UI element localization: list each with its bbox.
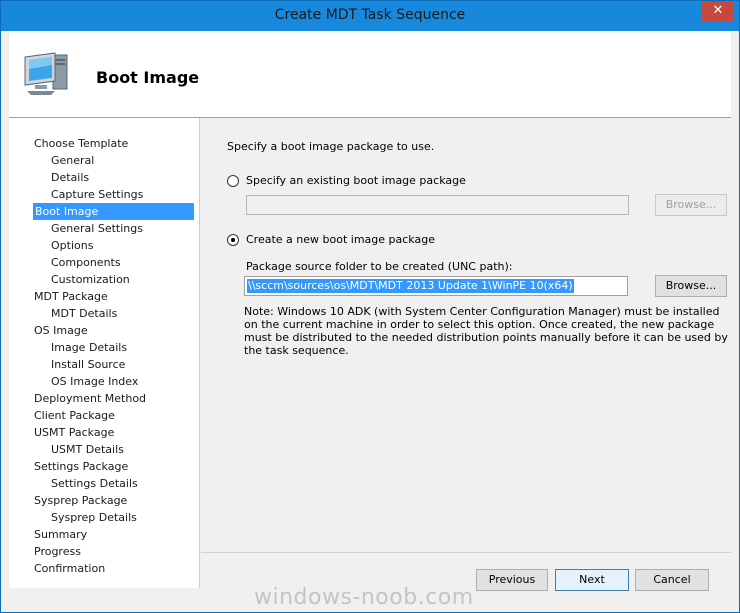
previous-button[interactable]: Previous (476, 569, 548, 591)
existing-package-label[interactable]: Specify an existing boot image package (246, 174, 466, 187)
new-package-label[interactable]: Create a new boot image package (246, 233, 435, 246)
boot-image-panel: Specify a boot image package to use. Spe… (201, 118, 731, 553)
window-title: Create MDT Task Sequence (274, 7, 466, 23)
existing-package-radio[interactable] (227, 175, 239, 187)
nav-item[interactable]: Options (51, 237, 93, 254)
new-package-radio[interactable] (227, 234, 239, 246)
nav-item[interactable]: Boot Image (33, 203, 194, 220)
watermark: windows-noob.com (254, 585, 474, 610)
browse-existing-button: Browse... (655, 194, 727, 216)
wizard-window: Create MDT Task Sequence ✕ Boot Image Ch… (0, 0, 740, 613)
adk-note: Note: Windows 10 ADK (with System Center… (244, 305, 728, 357)
nav-item[interactable]: Settings Details (51, 475, 138, 492)
title-bar[interactable]: Create MDT Task Sequence ✕ (1, 1, 739, 31)
nav-item[interactable]: MDT Details (51, 305, 117, 322)
nav-item[interactable]: Settings Package (34, 458, 128, 475)
nav-item[interactable]: USMT Details (51, 441, 124, 458)
browse-new-button[interactable]: Browse... (655, 275, 727, 297)
nav-item[interactable]: Install Source (51, 356, 125, 373)
nav-item[interactable]: Image Details (51, 339, 127, 356)
source-folder-label: Package source folder to be created (UNC… (246, 260, 513, 273)
nav-item[interactable]: Client Package (34, 407, 115, 424)
nav-item[interactable]: OS Image (34, 322, 88, 339)
nav-item[interactable]: Components (51, 254, 121, 271)
nav-item[interactable]: Progress (34, 543, 81, 560)
wizard-navigation: Choose Template General Details Capture Set… (9, 118, 200, 588)
nav-item[interactable]: Deployment Method (34, 390, 146, 407)
wizard-header: Boot Image (9, 31, 731, 118)
nav-item[interactable]: Confirmation (34, 560, 105, 577)
cancel-button[interactable]: Cancel (635, 569, 709, 591)
nav-item[interactable]: MDT Package (34, 288, 108, 305)
nav-item[interactable]: Customization (51, 271, 130, 288)
source-folder-input[interactable]: \\sccm\sources\os\MDT\MDT 2013 Update 1\… (244, 276, 628, 296)
page-title: Boot Image (96, 68, 200, 87)
instruction-text: Specify a boot image package to use. (227, 140, 435, 153)
existing-package-field (246, 195, 629, 215)
close-icon: ✕ (712, 3, 724, 18)
computer-icon (24, 52, 68, 95)
nav-item[interactable]: General Settings (51, 220, 143, 237)
close-button[interactable]: ✕ (702, 1, 734, 22)
nav-item[interactable]: Capture Settings (51, 186, 143, 203)
nav-item[interactable]: Details (51, 169, 89, 186)
source-folder-value: \\sccm\sources\os\MDT\MDT 2013 Update 1\… (247, 279, 574, 293)
nav-item[interactable]: Sysprep Details (51, 509, 137, 526)
nav-item[interactable]: OS Image Index (51, 373, 138, 390)
nav-item[interactable]: General (51, 152, 94, 169)
nav-item[interactable]: USMT Package (34, 424, 114, 441)
nav-item[interactable]: Sysprep Package (34, 492, 127, 509)
nav-item[interactable]: Summary (34, 526, 87, 543)
nav-item[interactable]: Choose Template (34, 135, 128, 152)
next-button[interactable]: Next (555, 569, 629, 591)
